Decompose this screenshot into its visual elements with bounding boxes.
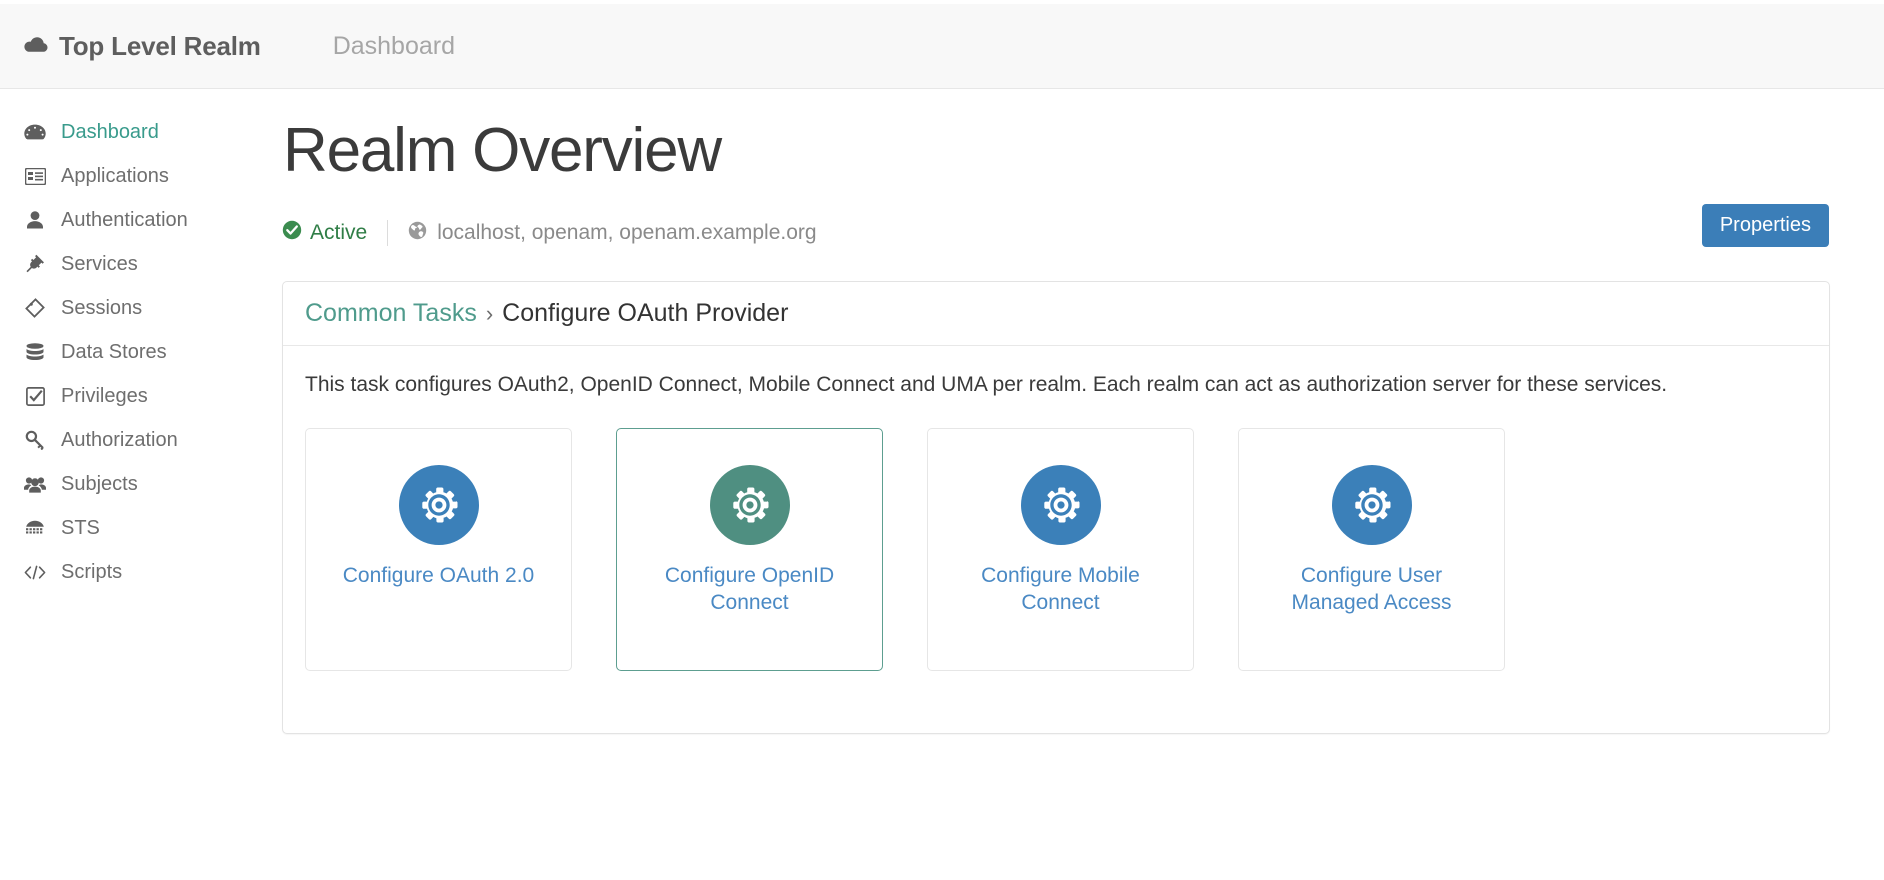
top-bar: Top Level Realm Dashboard [0,4,1884,89]
sidebar-item-label: Privileges [61,385,148,407]
sidebar-item-dashboard[interactable]: Dashboard [0,110,282,154]
sidebar-item-subjects[interactable]: Subjects [0,462,282,506]
status-label: Active [310,221,368,244]
realm-status-row: Active localhost, openam, openam.example… [282,204,1884,248]
breadcrumb-common-tasks[interactable]: Common Tasks [305,299,477,328]
cloud-icon [23,35,48,58]
sidebar: Dashboard Applications Authentication Se… [0,110,282,594]
sidebar-item-applications[interactable]: Applications [0,154,282,198]
realm-hosts: localhost, openam, openam.example.org [408,221,817,246]
task-card-label: Configure OpenID Connect [664,564,835,614]
sidebar-item-authorization[interactable]: Authorization [0,418,282,462]
page-title: Realm Overview [283,116,722,185]
task-card-configure-oauth-2[interactable]: Configure OAuth 2.0 [305,428,572,672]
users-group-icon [24,473,46,495]
task-card-configure-user-managed-access[interactable]: Configure User Managed Access [1238,428,1505,672]
gear-icon [1331,465,1412,546]
gear-icon [709,465,790,546]
gear-icon [398,465,479,546]
sidebar-item-sts[interactable]: STS [0,506,282,550]
sidebar-item-label: Subjects [61,473,138,495]
sidebar-item-label: Data Stores [61,341,167,363]
status-divider [387,220,389,246]
task-card-label: Configure User Managed Access [1291,564,1452,614]
task-card-label: Configure Mobile Connect [981,564,1140,614]
breadcrumb: Common Tasks › Configure OAuth Provider [283,282,1829,346]
task-card-configure-mobile-connect[interactable]: Configure Mobile Connect [927,428,1194,672]
check-circle-icon [282,220,302,246]
dashboard-gauge-icon [24,121,46,143]
database-icon [24,341,46,363]
sidebar-item-label: STS [61,517,100,539]
common-tasks-panel: Common Tasks › Configure OAuth Provider … [282,281,1830,735]
task-card-label: Configure OAuth 2.0 [342,564,535,588]
sidebar-item-label: Authorization [61,429,178,451]
task-description: This task configures OAuth2, OpenID Conn… [305,373,1668,396]
applications-list-icon [24,165,46,187]
sidebar-item-label: Authentication [61,209,188,231]
plug-icon [24,253,46,275]
sidebar-item-scripts[interactable]: Scripts [0,550,282,594]
sidebar-item-privileges[interactable]: Privileges [0,374,282,418]
topnav-dashboard[interactable]: Dashboard [333,32,455,61]
globe-icon [408,221,427,246]
gavel-icon [24,517,46,539]
sidebar-item-data-stores[interactable]: Data Stores [0,330,282,374]
checked-box-icon [24,385,46,407]
sidebar-item-label: Sessions [61,297,143,319]
task-card-configure-openid-connect[interactable]: Configure OpenID Connect [616,428,883,672]
realm-hosts-label: localhost, openam, openam.example.org [437,221,817,244]
task-card-grid: Configure OAuth 2.0 Configure OpenID Con… [305,428,1807,733]
sidebar-item-label: Services [61,253,138,275]
sidebar-item-label: Applications [61,165,169,187]
key-icon [24,429,46,451]
realm-name: Top Level Realm [59,30,261,61]
breadcrumb-current: Configure OAuth Provider [502,299,789,327]
panel-body: This task configures OAuth2, OpenID Conn… [283,346,1829,733]
main-content: Realm Overview Active localhost, openam,… [282,108,1884,735]
realm-selector[interactable]: Top Level Realm [23,31,261,62]
breadcrumb-separator: › [485,300,494,326]
sidebar-item-label: Scripts [61,561,123,583]
sidebar-item-services[interactable]: Services [0,242,282,286]
user-icon [24,209,46,231]
tag-icon [24,297,46,319]
status-badge: Active [282,220,367,246]
gear-icon [1020,465,1101,546]
code-brackets-icon [24,561,46,583]
properties-button[interactable]: Properties [1701,204,1829,247]
sidebar-item-authentication[interactable]: Authentication [0,198,282,242]
sidebar-item-label: Dashboard [61,121,159,143]
sidebar-item-sessions[interactable]: Sessions [0,286,282,330]
